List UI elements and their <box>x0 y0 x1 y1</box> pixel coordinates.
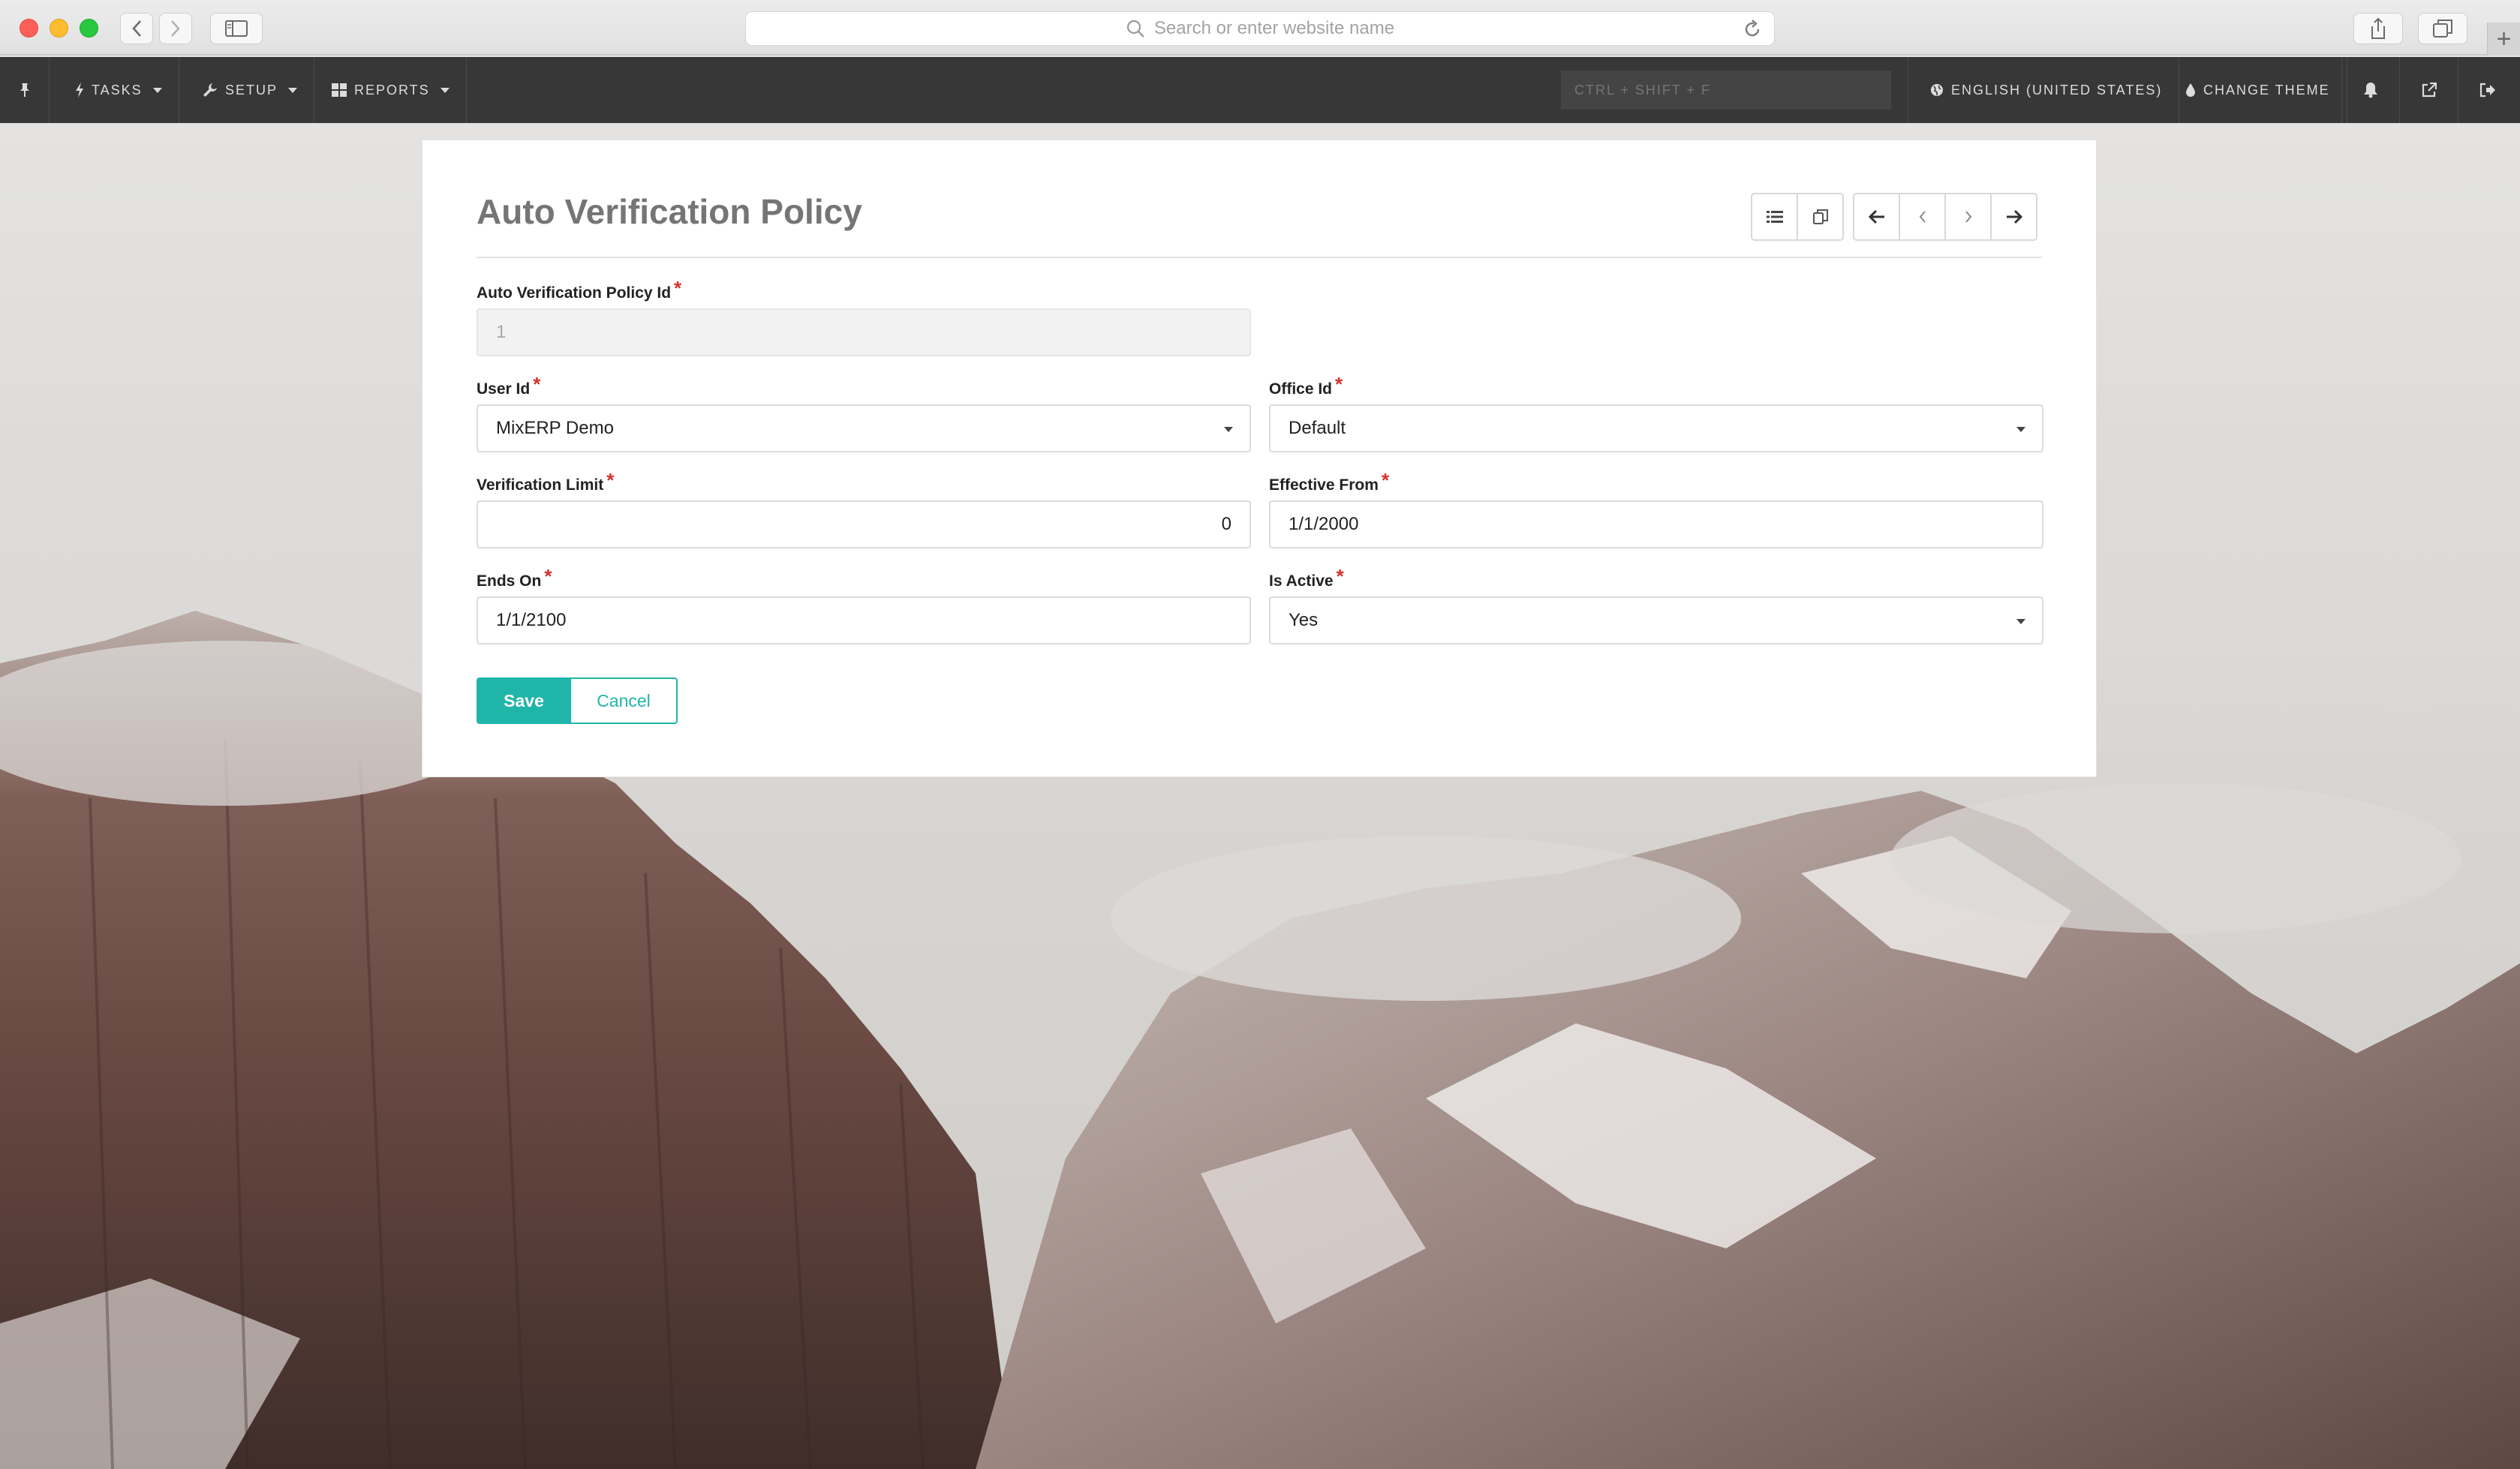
language-label: ENGLISH (UNITED STATES) <box>1951 82 2163 98</box>
chevron-left-icon <box>1919 211 1926 223</box>
nav-reports-label: REPORTS <box>354 82 430 98</box>
user-id-select[interactable]: MixERP Demo <box>477 404 1251 452</box>
page-title: Auto Verification Policy <box>477 192 862 231</box>
required-marker: * <box>1335 373 1343 395</box>
form-card: Auto Verification Policy Auto Verificati… <box>422 140 2097 777</box>
user-id-label: User Id * <box>477 373 541 398</box>
required-marker: * <box>533 373 541 395</box>
required-marker: * <box>544 565 552 587</box>
external-link-icon <box>2422 83 2437 98</box>
required-marker: * <box>606 469 615 491</box>
navigation-toolbar <box>1853 193 2037 241</box>
required-marker: * <box>674 277 682 299</box>
app-navbar: TASKS SETUP REPORTS ENGLISH (UNITED STAT… <box>0 57 2520 123</box>
caret-down-icon <box>152 87 162 93</box>
nav-setup-label: SETUP <box>225 82 278 98</box>
nav-reports[interactable]: REPORTS <box>315 57 467 123</box>
language-selector[interactable]: ENGLISH (UNITED STATES) <box>1914 57 2180 123</box>
office-id-label: Office Id * <box>1269 373 1343 398</box>
list-view-button[interactable] <box>1751 193 1798 241</box>
bell-icon <box>2364 83 2377 98</box>
view-toolbar <box>1751 193 1844 241</box>
required-marker: * <box>1336 565 1344 587</box>
droplet-icon <box>2185 83 2196 98</box>
pin-button[interactable] <box>0 57 50 123</box>
policy-id-field: 1 <box>477 308 1251 356</box>
share-button[interactable] <box>2353 13 2403 44</box>
list-icon <box>1766 211 1783 223</box>
tabs-icon <box>2433 20 2452 38</box>
effective-from-label: Effective From * <box>1269 469 1389 494</box>
effective-from-input[interactable]: 1/1/2000 <box>1269 500 2043 548</box>
caret-down-icon <box>288 87 298 93</box>
address-bar[interactable]: Search or enter website name <box>745 11 1775 46</box>
office-id-select[interactable]: Default <box>1269 404 2043 452</box>
policy-id-label: Auto Verification Policy Id * <box>477 277 682 302</box>
copy-icon <box>1812 209 1828 224</box>
browser-back-button[interactable] <box>120 13 153 44</box>
new-tab-button[interactable]: + <box>2487 23 2520 56</box>
next-button[interactable] <box>1944 193 1992 241</box>
close-window-button[interactable] <box>20 19 38 38</box>
is-active-select[interactable]: Yes <box>1269 596 2043 644</box>
cancel-button[interactable]: Cancel <box>570 677 678 724</box>
sidebar-toggle-button[interactable] <box>210 13 263 44</box>
open-external-button[interactable] <box>2400 57 2458 123</box>
sign-out-icon <box>2479 83 2495 98</box>
search-icon <box>1126 19 1145 38</box>
chevron-right-icon <box>1965 211 1971 223</box>
tabs-overview-button[interactable] <box>2418 13 2467 44</box>
change-theme-label: CHANGE THEME <box>2203 82 2330 98</box>
is-active-label: Is Active * <box>1269 565 1344 590</box>
save-button[interactable]: Save <box>477 677 571 724</box>
caret-down-icon <box>440 87 450 93</box>
caret-down-icon <box>2016 619 2025 624</box>
sidebar-icon <box>225 20 248 37</box>
back-button[interactable] <box>1853 193 1900 241</box>
reload-icon[interactable] <box>1743 19 1762 45</box>
verification-limit-label: Verification Limit * <box>477 469 615 494</box>
caret-down-icon <box>2016 427 2025 432</box>
arrow-right-icon <box>2006 209 2022 224</box>
nav-setup[interactable]: SETUP <box>186 57 315 123</box>
chevron-left-icon <box>132 20 141 37</box>
nav-tasks[interactable]: TASKS <box>59 57 179 123</box>
global-search-input[interactable] <box>1561 71 1891 110</box>
share-icon <box>2371 17 2385 39</box>
grid-icon <box>332 83 347 97</box>
lightning-icon <box>75 83 84 98</box>
previous-button[interactable] <box>1899 193 1946 241</box>
globe-icon <box>1930 83 1944 97</box>
change-theme-button[interactable]: CHANGE THEME <box>2169 57 2347 123</box>
pin-icon <box>20 83 29 97</box>
maximize-window-button[interactable] <box>80 19 98 38</box>
wrench-icon <box>203 83 218 98</box>
minimize-window-button[interactable] <box>50 19 68 38</box>
forward-button[interactable] <box>1990 193 2037 241</box>
verification-limit-input[interactable]: 0 <box>477 500 1251 548</box>
title-divider <box>477 257 2042 258</box>
browser-forward-button[interactable] <box>159 13 192 44</box>
nav-tasks-label: TASKS <box>92 82 143 98</box>
ends-on-input[interactable]: 1/1/2100 <box>477 596 1251 644</box>
browser-chrome: Search or enter website name + <box>0 0 2520 56</box>
chevron-right-icon <box>171 20 180 37</box>
required-marker: * <box>1381 469 1389 491</box>
sign-out-button[interactable] <box>2458 57 2517 123</box>
notifications-button[interactable] <box>2341 57 2400 123</box>
duplicate-button[interactable] <box>1797 193 1844 241</box>
address-placeholder: Search or enter website name <box>1153 18 1395 38</box>
ends-on-label: Ends On * <box>477 565 552 590</box>
caret-down-icon <box>1224 427 1233 432</box>
arrow-left-icon <box>1868 209 1884 224</box>
